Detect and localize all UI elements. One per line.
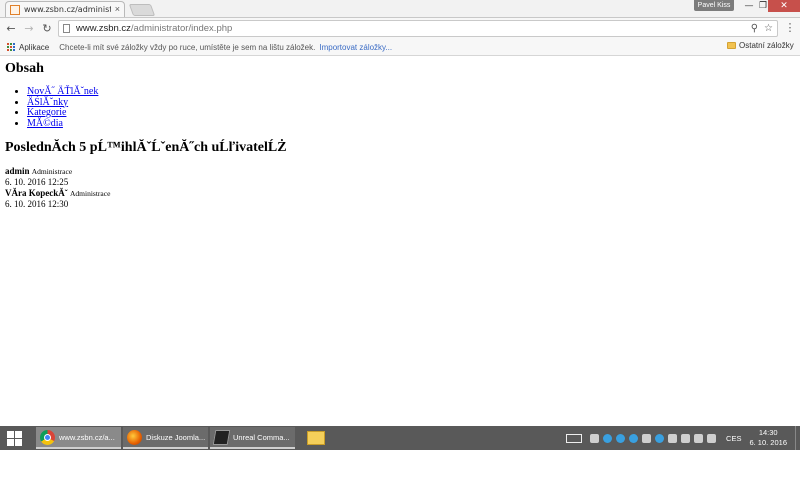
tab-title: www.zsbn.cz/administrator bbox=[24, 5, 111, 14]
list-item: admin Administrace bbox=[5, 166, 110, 177]
menu-item: MĂ©dia bbox=[27, 118, 98, 130]
start-button[interactable] bbox=[0, 426, 28, 450]
windows-logo-icon bbox=[6, 430, 22, 446]
user-role: Administrace bbox=[31, 167, 73, 176]
users-heading: PoslednĂch 5 pĹ™ihlĂˇĹˇenĂ˝ch uĹľivatelĹ… bbox=[5, 140, 287, 155]
content-menu: NovĂ˝ ÄŤlĂˇnek ÄŚlĂˇnky Kategorie MĂ©dia bbox=[5, 86, 98, 130]
close-window-button[interactable]: ✕ bbox=[768, 0, 800, 12]
screen-bottom-area bbox=[0, 450, 800, 479]
user-role: Administrace bbox=[70, 188, 111, 198]
browser-tab[interactable]: www.zsbn.cz/administrator × bbox=[5, 1, 125, 17]
url-path: /administrator/index.php bbox=[130, 23, 233, 34]
taskbar-gripper bbox=[28, 426, 36, 450]
address-bar[interactable]: www.zsbn.cz/administrator/index.php ⚲ ☆ bbox=[58, 20, 778, 37]
clock[interactable]: 14:30 6. 10. 2016 bbox=[749, 428, 787, 448]
taskbar-item-unreal[interactable]: Unreal Comma... bbox=[210, 427, 295, 449]
url-host: www.zsbn.cz bbox=[76, 23, 131, 34]
other-bookmarks-label: Ostatní záložky bbox=[739, 41, 794, 50]
taskbar-item-firefox[interactable]: Diskuze Joomla... bbox=[123, 427, 208, 449]
file-explorer-icon[interactable] bbox=[307, 431, 325, 445]
update-icon[interactable] bbox=[655, 433, 665, 443]
skype-icon[interactable] bbox=[629, 433, 639, 443]
address-url[interactable]: www.zsbn.cz/administrator/index.php bbox=[76, 23, 745, 34]
back-button[interactable]: ← bbox=[2, 20, 20, 38]
import-bookmarks-link[interactable]: Importovat záložky... bbox=[319, 43, 392, 52]
user-name: VĂ­ra KopeckĂˇ bbox=[5, 187, 68, 198]
page-title: Obsah bbox=[5, 61, 44, 76]
forward-button[interactable]: → bbox=[20, 20, 38, 38]
browser-title-bar: www.zsbn.cz/administrator × Pavel Kiss —… bbox=[0, 0, 800, 18]
bookmarks-hint: Chcete-li mít své záložky vždy po ruce, … bbox=[59, 42, 316, 52]
clock-date: 6. 10. 2016 bbox=[749, 438, 787, 447]
user-login-time: 6. 10. 2016 12:30 bbox=[5, 198, 69, 209]
flag-icon[interactable] bbox=[681, 433, 691, 443]
task-label: Diskuze Joomla... bbox=[146, 432, 206, 442]
page-info-icon[interactable] bbox=[63, 24, 70, 33]
menu-link-articles[interactable]: ÄŚlĂˇnky bbox=[27, 97, 68, 108]
windows-taskbar: www.zsbn.cz/a... Diskuze Joomla... Unrea… bbox=[0, 426, 800, 450]
chrome-icon bbox=[40, 429, 55, 445]
clock-time: 14:30 bbox=[758, 428, 778, 437]
sync-icon[interactable] bbox=[616, 433, 626, 443]
folder-icon bbox=[727, 42, 736, 49]
bookmark-apps[interactable]: Aplikace bbox=[19, 43, 49, 52]
task-label: www.zsbn.cz/a... bbox=[59, 432, 115, 442]
apps-grid-icon[interactable] bbox=[7, 43, 15, 51]
cloud-icon[interactable] bbox=[590, 433, 600, 443]
display-icon[interactable] bbox=[668, 433, 678, 443]
new-tab-button[interactable] bbox=[128, 4, 156, 16]
system-tray: CES 14:30 6. 10. 2016 bbox=[566, 426, 800, 450]
taskbar-item-chrome[interactable]: www.zsbn.cz/a... bbox=[36, 427, 121, 449]
user-name: admin bbox=[5, 166, 30, 176]
bookmark-star-icon[interactable]: ☆ bbox=[764, 23, 773, 34]
list-item: VĂ­ra KopeckĂˇ Administrace bbox=[5, 188, 110, 199]
joomla-favicon-icon bbox=[10, 4, 20, 15]
other-bookmarks[interactable]: Ostatní záložky bbox=[727, 41, 794, 50]
task-label: Unreal Comma... bbox=[233, 432, 290, 442]
menu-link-categories[interactable]: Kategorie bbox=[27, 107, 66, 118]
security-icon[interactable] bbox=[642, 433, 652, 443]
tab-close-icon[interactable]: × bbox=[115, 5, 120, 14]
unreal-icon bbox=[212, 429, 231, 445]
firefox-icon bbox=[127, 429, 142, 445]
keyboard-icon[interactable] bbox=[566, 433, 583, 443]
logged-users-list: admin Administrace 6. 10. 2016 12:25 VĂ­… bbox=[5, 166, 110, 209]
page-content: Obsah NovĂ˝ ÄŤlĂˇnek ÄŚlĂˇnky Kategorie … bbox=[0, 56, 800, 426]
zoom-icon[interactable]: ⚲ bbox=[751, 23, 758, 34]
menu-link-new-article[interactable]: NovĂ˝ ÄŤlĂˇnek bbox=[27, 86, 98, 97]
bluetooth-icon[interactable] bbox=[603, 433, 613, 443]
show-desktop-button[interactable] bbox=[795, 426, 800, 450]
bookmarks-bar: Aplikace Chcete-li mít své záložky vždy … bbox=[0, 39, 800, 56]
input-language[interactable]: CES bbox=[726, 434, 741, 443]
menu-link-media[interactable]: MĂ©dia bbox=[27, 118, 63, 129]
profile-button[interactable]: Pavel Kiss bbox=[694, 0, 734, 11]
reload-button[interactable]: ↻ bbox=[38, 20, 56, 38]
user-login-time: 6. 10. 2016 12:25 bbox=[5, 177, 69, 188]
volume-icon[interactable] bbox=[707, 433, 717, 443]
browser-toolbar: ← → ↻ www.zsbn.cz/administrator/index.ph… bbox=[0, 18, 800, 39]
network-icon[interactable] bbox=[694, 433, 704, 443]
chrome-menu-icon[interactable]: ⋮ bbox=[784, 21, 796, 36]
